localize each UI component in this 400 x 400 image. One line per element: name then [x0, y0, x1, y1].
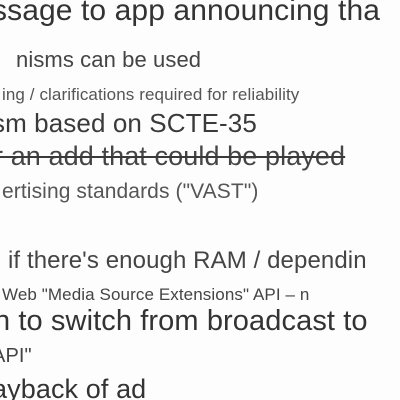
- text-line: ing / clarifications required for reliab…: [2, 85, 300, 104]
- document-page: ssage to app announcing tha nisms can be…: [0, 0, 400, 400]
- text-line: Web "Media Source Extensions" API – n: [2, 285, 310, 304]
- text-line: ssage to app announcing tha: [0, 0, 381, 27]
- text-line: API": [0, 345, 32, 367]
- struck-text-line: r an add that could be played: [0, 141, 346, 171]
- text-line: ertising standards ("VAST"): [2, 180, 259, 203]
- text-line: nisms can be used: [16, 47, 202, 72]
- text-line: ayback of ad: [0, 374, 147, 400]
- text-line: sm based on SCTE-35: [0, 108, 257, 138]
- text-line: if there's enough RAM / dependin: [8, 247, 367, 274]
- text-line: n to switch from broadcast to: [0, 305, 368, 337]
